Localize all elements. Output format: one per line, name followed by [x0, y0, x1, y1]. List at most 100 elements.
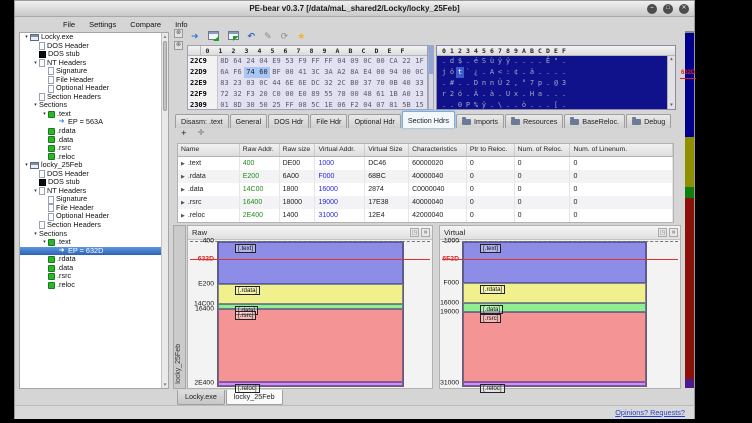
ascii-char[interactable]: .	[552, 89, 560, 100]
ascii-char[interactable]: .	[464, 56, 472, 67]
hex-byte[interactable]: 72	[218, 89, 231, 100]
hex-byte[interactable]: 0C	[413, 67, 426, 78]
ascii-char[interactable]: .	[536, 56, 544, 67]
table-row-rdata[interactable]: ▶.rdataE2006A00F00068BC40000040000	[178, 170, 673, 183]
tree-item-rdata[interactable]: .rdata	[20, 127, 161, 136]
tab-basereloc[interactable]: BaseReloc.	[564, 114, 625, 128]
expander-icon[interactable]: ▾	[23, 161, 30, 170]
ascii-char[interactable]: [	[552, 100, 560, 110]
ascii-char[interactable]: .	[480, 67, 488, 78]
edit-icon[interactable]: ✎	[264, 29, 272, 43]
scroll-up-icon[interactable]: ▲	[668, 57, 675, 62]
hex-byte[interactable]: 20	[257, 89, 270, 100]
hex-byte[interactable]: 8D	[231, 100, 244, 110]
tree-item-dos-stub[interactable]: DOS stub	[20, 50, 161, 59]
hex-byte[interactable]: 94	[387, 67, 400, 78]
tree-item-dos-stub[interactable]: DOS stub	[20, 178, 161, 187]
ascii-char[interactable]: a	[536, 89, 544, 100]
hex-byte[interactable]: F2	[348, 100, 361, 110]
hex-byte[interactable]: 23	[231, 78, 244, 89]
column-header-raw-size[interactable]: Raw size	[280, 144, 316, 156]
tree-item-sections[interactable]: ▾Sections	[20, 230, 161, 239]
hex-byte[interactable]: FF	[309, 56, 322, 67]
hex-byte[interactable]: 2C	[335, 78, 348, 89]
menu-compare[interactable]: Compare	[124, 19, 167, 30]
ascii-char[interactable]: ä	[528, 67, 536, 78]
hex-byte[interactable]: 00	[348, 89, 361, 100]
ascii-char[interactable]: .	[512, 56, 520, 67]
ascii-scrollbar[interactable]: ▲ ▼	[667, 56, 675, 109]
scrollbar-thumb[interactable]	[163, 41, 167, 111]
column-header-raw-addr[interactable]: Raw Addr.	[240, 144, 280, 156]
ascii-char[interactable]: ÿ	[504, 56, 512, 67]
expander-icon[interactable]: ▾	[32, 187, 39, 196]
tab-disasm-text[interactable]: Disasm: .text	[175, 114, 229, 128]
column-header-num-of-reloc[interactable]: Num. of Reloc.	[515, 144, 571, 156]
hex-byte[interactable]: 64	[231, 56, 244, 67]
hex-byte[interactable]: 01	[218, 100, 231, 110]
ascii-char[interactable]: D	[472, 78, 480, 89]
window-maximize-button[interactable]: □	[663, 4, 673, 14]
ascii-char[interactable]: .	[464, 78, 472, 89]
hex-byte[interactable]: 32	[231, 89, 244, 100]
ascii-char[interactable]: 0	[456, 100, 464, 110]
hex-byte[interactable]: 00	[400, 67, 413, 78]
tree-item-rsrc[interactable]: .rsrc	[20, 144, 161, 153]
hex-byte[interactable]: A2	[335, 67, 348, 78]
hex-byte[interactable]: FF	[283, 100, 296, 110]
hex-byte[interactable]: 6E	[283, 78, 296, 89]
hex-byte[interactable]: A0	[400, 89, 413, 100]
hex-byte[interactable]: 41	[296, 67, 309, 78]
ascii-char[interactable]: #	[448, 78, 456, 89]
expand-row-icon[interactable]: ▶	[181, 174, 185, 180]
ascii-char[interactable]: .	[544, 89, 552, 100]
hex-byte[interactable]: 32	[322, 78, 335, 89]
ascii-char[interactable]: .	[504, 100, 512, 110]
ascii-char[interactable]: .	[520, 89, 528, 100]
ascii-char[interactable]: .	[536, 67, 544, 78]
tree-item-nt-headers[interactable]: ▾NT Headers	[20, 59, 161, 68]
ascii-char[interactable]: n	[488, 78, 496, 89]
tree-item-locky-25feb[interactable]: ▾locky_25Feb	[20, 161, 161, 170]
tab-optional-hdr[interactable]: Optional Hdr	[348, 114, 400, 128]
hex-byte[interactable]: 09	[348, 56, 361, 67]
compare-icon[interactable]: ⟳	[281, 29, 289, 43]
hex-byte[interactable]: 3C	[309, 67, 322, 78]
ascii-char[interactable]: j	[440, 67, 448, 78]
ascii-char[interactable]: .	[560, 67, 568, 78]
hex-byte[interactable]: 04	[335, 56, 348, 67]
collapse-ascii-panel-button[interactable]: ⊗	[174, 41, 183, 50]
hex-byte[interactable]: CA	[387, 56, 400, 67]
ascii-char[interactable]: ó	[456, 89, 464, 100]
hex-byte[interactable]: 22	[400, 56, 413, 67]
hex-byte[interactable]: 37	[361, 78, 374, 89]
ascii-char[interactable]: Ê	[544, 56, 552, 67]
ascii-char[interactable]: \	[496, 100, 504, 110]
ascii-char[interactable]: ,	[512, 78, 520, 89]
hex-byte[interactable]: 00	[374, 67, 387, 78]
ascii-char[interactable]: .	[520, 56, 528, 67]
tree-item-rsrc[interactable]: .rsrc	[20, 272, 161, 281]
close-panel-icon[interactable]: ✕	[669, 228, 678, 237]
hex-byte[interactable]: 55	[322, 89, 335, 100]
scroll-down-icon[interactable]: ▼	[668, 103, 675, 108]
star-icon[interactable]: ★	[297, 29, 305, 43]
hex-byte[interactable]: 1F	[413, 56, 426, 67]
ascii-char[interactable]: °	[520, 78, 528, 89]
tree-scrollbar[interactable]: ▲ ▼	[161, 33, 168, 388]
ascii-char[interactable]: .	[464, 89, 472, 100]
ascii-char[interactable]: Ü	[496, 78, 504, 89]
hex-byte[interactable]: 03	[244, 78, 257, 89]
tab-general[interactable]: General	[230, 114, 268, 128]
table-row-text[interactable]: ▶.text400DE001000DC4660000020000	[178, 157, 673, 170]
ascii-char[interactable]: .	[528, 100, 536, 110]
expand-row-icon[interactable]: ▶	[181, 200, 185, 206]
ascii-char[interactable]: <	[496, 67, 504, 78]
tab-file-hdr[interactable]: File Hdr	[310, 114, 347, 128]
add-section-icon[interactable]: +	[181, 128, 187, 139]
unload-exe-icon[interactable]	[228, 31, 239, 40]
ascii-char[interactable]: .	[496, 89, 504, 100]
ascii-char[interactable]: .	[440, 56, 448, 67]
tab-debug[interactable]: Debug	[626, 114, 671, 128]
tree-item-reloc[interactable]: .reloc	[20, 281, 161, 290]
